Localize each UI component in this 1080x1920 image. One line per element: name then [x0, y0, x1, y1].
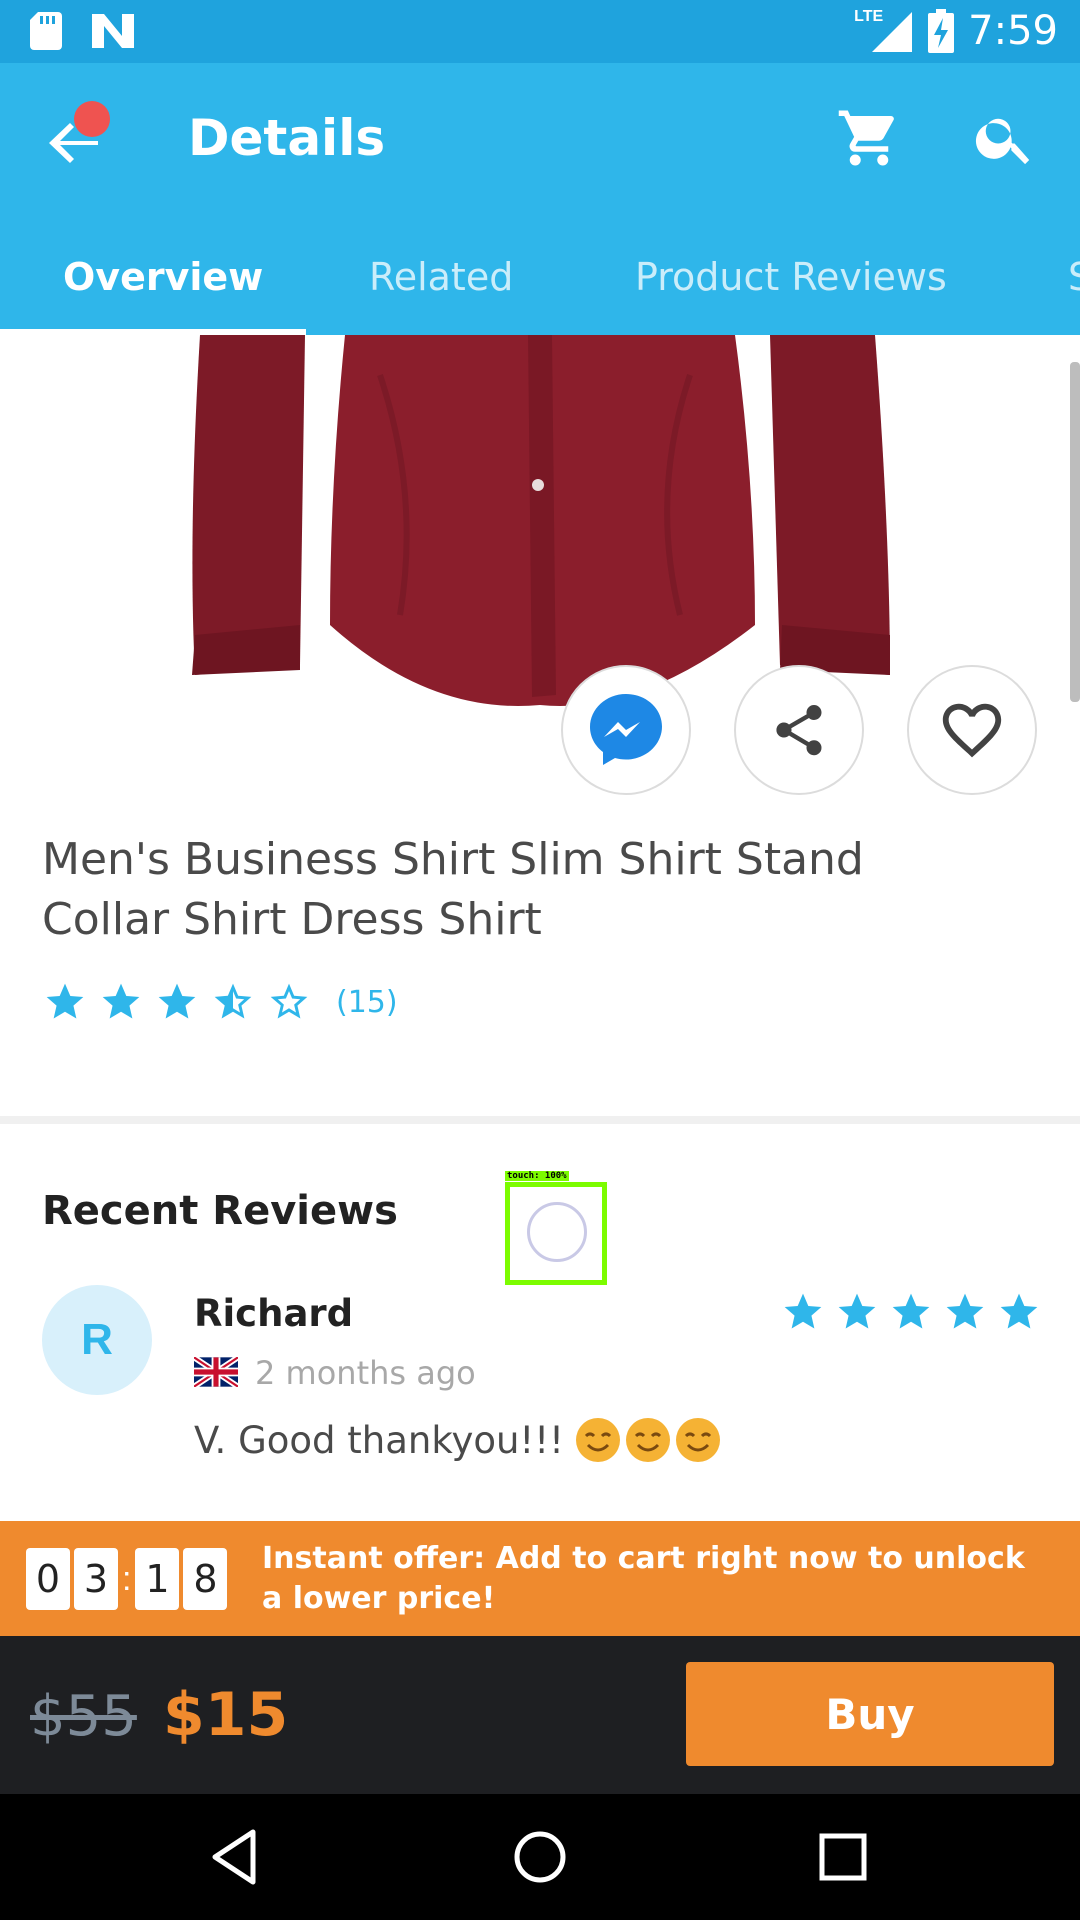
share-button[interactable]: [734, 665, 864, 795]
heart-icon: [942, 703, 1002, 758]
star-outline-icon: [270, 983, 308, 1019]
battery-charging-icon: [928, 9, 955, 53]
messenger-icon: [590, 694, 662, 765]
back-triangle-icon: [212, 1829, 256, 1885]
countdown-digit: 8: [183, 1548, 228, 1610]
buy-button[interactable]: Buy: [686, 1662, 1054, 1766]
signal-icon: LTE: [854, 8, 914, 54]
scroll-thumb[interactable]: [1070, 362, 1080, 702]
smiling-face-icon: [575, 1418, 620, 1462]
shirt-image: [192, 335, 890, 706]
section-divider: [0, 1116, 1080, 1124]
system-nav-bar: [0, 1794, 1080, 1920]
share-icon: [776, 705, 822, 756]
star-half-icon: [214, 983, 252, 1019]
network-label: LTE: [854, 8, 884, 25]
tab-related[interactable]: Related: [369, 255, 513, 299]
reviews-heading: Recent Reviews: [42, 1188, 398, 1234]
touch-point: [527, 1202, 587, 1262]
product-image[interactable]: [0, 335, 1080, 730]
countdown-separator: :: [122, 1559, 132, 1598]
uk-flag-icon: [194, 1357, 238, 1387]
countdown-timer: 0 3 : 1 8: [26, 1548, 231, 1610]
offer-text: Instant offer: Add to cart right now to …: [262, 1541, 1025, 1616]
touch-overlay-label: touch: 100%: [505, 1171, 569, 1181]
avatar: R: [42, 1285, 152, 1395]
countdown-digit: 1: [135, 1548, 180, 1610]
review-stars: [780, 1290, 1042, 1334]
star-filled-icon: [892, 1293, 930, 1329]
tab-product-reviews[interactable]: Product Reviews: [635, 255, 947, 299]
smiling-face-icon: [675, 1418, 720, 1462]
nav-back-button[interactable]: [203, 1824, 269, 1890]
tab-partial[interactable]: S: [1068, 255, 1080, 299]
product-title: Men's Business Shirt Slim Shirt Stand Co…: [42, 834, 864, 945]
messenger-button[interactable]: [561, 665, 691, 795]
star-filled-icon: [102, 983, 140, 1019]
product-rating[interactable]: (15): [42, 980, 398, 1024]
review-text: V. Good thankyou!!!: [194, 1418, 720, 1462]
smiling-face-icon: [625, 1418, 670, 1462]
tab-bar: Overview Related Product Reviews S: [0, 243, 1080, 335]
star-filled-icon: [784, 1293, 822, 1329]
rating-count: (15): [336, 984, 398, 1020]
instant-offer-banner[interactable]: 0 3 : 1 8 Instant offer: Add to cart rig…: [0, 1521, 1080, 1636]
nav-recents-button[interactable]: [810, 1824, 876, 1890]
countdown-digit: 0: [26, 1548, 70, 1610]
app-bar: Details Overview Related Product Reviews…: [0, 63, 1080, 335]
home-circle-icon: [514, 1831, 566, 1883]
search-button[interactable]: [972, 105, 1038, 171]
new-price: $15: [163, 1680, 289, 1750]
cart-icon: [838, 110, 894, 166]
star-filled-icon: [1000, 1293, 1038, 1329]
notification-dot: [74, 101, 110, 137]
star-filled-icon: [838, 1293, 876, 1329]
review-time: 2 months ago: [255, 1354, 476, 1392]
cart-button[interactable]: [836, 105, 902, 171]
old-price: $55: [30, 1684, 137, 1749]
n-app-icon: [92, 14, 134, 48]
favorite-button[interactable]: [907, 665, 1037, 795]
tab-overview[interactable]: Overview: [63, 255, 263, 299]
nav-home-button[interactable]: [507, 1824, 573, 1890]
sd-card-icon: [30, 12, 62, 50]
star-filled-icon: [946, 1293, 984, 1329]
status-time: 7:59: [968, 8, 1058, 54]
page-title: Details: [188, 109, 386, 167]
reviewer-name: Richard: [194, 1292, 354, 1335]
recents-square-icon: [819, 1833, 867, 1881]
search-icon: [975, 118, 1030, 165]
countdown-digit: 3: [74, 1548, 118, 1610]
star-filled-icon: [46, 983, 84, 1019]
purchase-bar: $55 $15 Buy: [0, 1636, 1080, 1794]
review-body: V. Good thankyou!!!: [194, 1418, 564, 1462]
star-filled-icon: [158, 983, 196, 1019]
status-bar: LTE 7:59: [0, 0, 1080, 63]
